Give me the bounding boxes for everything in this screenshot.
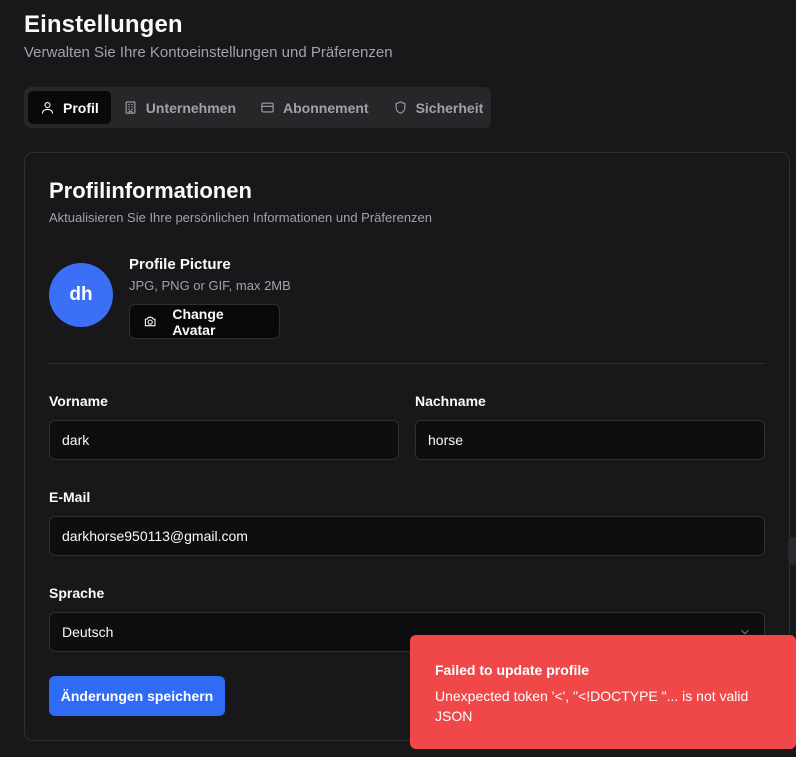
profile-picture-hint: JPG, PNG or GIF, max 2MB xyxy=(129,278,291,293)
divider xyxy=(49,363,765,364)
user-icon xyxy=(41,101,54,114)
tab-label: Abonnement xyxy=(283,99,369,116)
save-button[interactable]: Änderungen speichern xyxy=(49,676,225,716)
tab-label: Sicherheit xyxy=(415,99,484,116)
tab-unternehmen[interactable]: Unternehmen xyxy=(111,91,248,124)
last-name-label: Nachname xyxy=(415,393,486,409)
tab-profil[interactable]: Profil xyxy=(28,91,111,124)
avatar: dh xyxy=(49,263,113,327)
last-name-field[interactable] xyxy=(415,420,765,460)
page-title: Einstellungen xyxy=(24,11,183,38)
camera-icon xyxy=(144,316,156,327)
error-toast[interactable]: Failed to update profile Unexpected toke… xyxy=(410,635,796,749)
tab-sicherheit[interactable]: Sicherheit xyxy=(381,91,496,124)
scroll-handle[interactable] xyxy=(788,537,796,565)
shield-icon xyxy=(395,101,406,114)
page-subtitle: Verwalten Sie Ihre Kontoeinstellungen un… xyxy=(24,44,393,61)
language-value: Deutsch xyxy=(62,624,114,640)
card-title: Profilinformationen xyxy=(49,178,252,203)
tab-label: Profil xyxy=(63,99,99,116)
first-name-field[interactable] xyxy=(49,420,399,460)
settings-tabs: Profil Unternehmen Abonnement Sicherheit xyxy=(24,87,491,128)
toast-title: Failed to update profile xyxy=(435,662,590,678)
email-label: E-Mail xyxy=(49,489,91,505)
tab-abonnement[interactable]: Abonnement xyxy=(248,91,381,124)
settings-page: Einstellungen Verwalten Sie Ihre Kontoei… xyxy=(0,0,796,757)
change-avatar-label: Change Avatar xyxy=(172,305,224,338)
card-subtitle: Aktualisieren Sie Ihre persönlichen Info… xyxy=(49,210,433,225)
tab-label: Unternehmen xyxy=(145,99,237,116)
building-icon xyxy=(125,101,136,114)
profile-picture-title: Profile Picture xyxy=(129,256,231,273)
language-label: Sprache xyxy=(49,585,105,601)
first-name-label: Vorname xyxy=(49,393,108,409)
change-avatar-button[interactable]: Change Avatar xyxy=(129,304,280,339)
credit-card-icon xyxy=(261,102,274,113)
email-field[interactable] xyxy=(49,516,765,556)
toast-message: Unexpected token '<', "<!DOCTYPE "... is… xyxy=(435,688,749,724)
